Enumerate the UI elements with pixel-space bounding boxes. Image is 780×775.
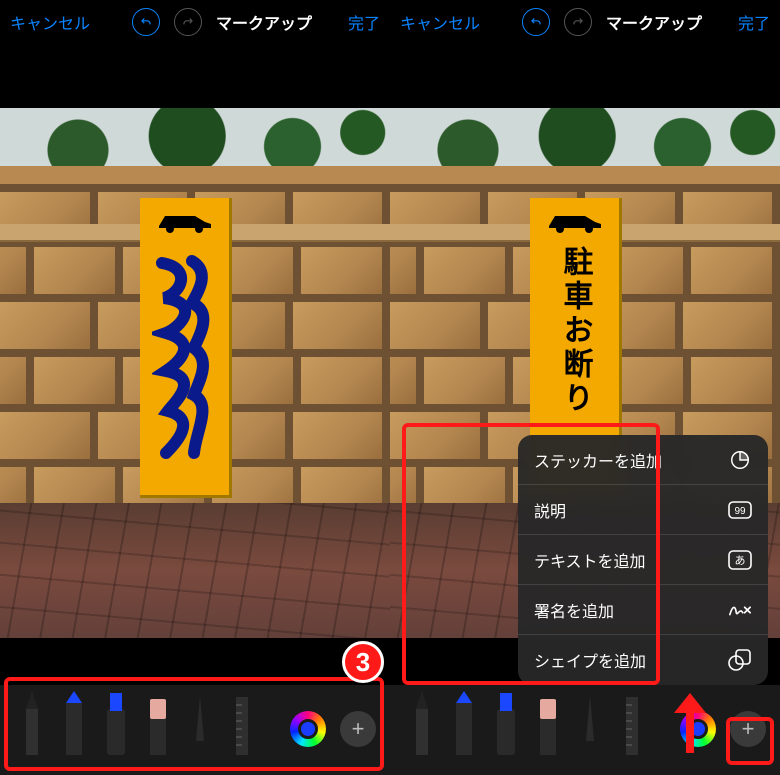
- done-button[interactable]: 完了: [738, 10, 770, 34]
- menu-item-label: テキストを追加: [534, 548, 646, 572]
- add-menu: ステッカーを追加 説明 99 テキストを追加 あ 署名を追加 シェイプを追加: [518, 435, 768, 685]
- ruler-tool[interactable]: [224, 691, 260, 767]
- markup-toolbar: +: [390, 685, 780, 775]
- pen-tool[interactable]: [404, 691, 440, 767]
- done-button[interactable]: 完了: [348, 10, 380, 34]
- page-title: マークアップ: [606, 10, 702, 34]
- signature-icon: [728, 598, 752, 622]
- color-picker[interactable]: [290, 711, 326, 747]
- svg-text:99: 99: [734, 506, 746, 517]
- left-screenshot: キャンセル マークアップ 完了: [0, 0, 390, 775]
- car-icon: [545, 210, 605, 234]
- marker-tool[interactable]: [56, 691, 92, 767]
- add-button[interactable]: +: [730, 711, 766, 747]
- eraser-tool[interactable]: [140, 691, 176, 767]
- highlighter-tool[interactable]: [98, 691, 134, 767]
- highlighter-tool[interactable]: [488, 691, 524, 767]
- menu-add-signature[interactable]: 署名を追加: [518, 585, 768, 635]
- sticker-icon: [728, 448, 752, 472]
- markup-toolbar: +: [0, 685, 390, 775]
- page-title: マークアップ: [216, 10, 312, 34]
- right-screenshot: キャンセル マークアップ 完了: [390, 0, 780, 775]
- menu-item-label: 署名を追加: [534, 598, 614, 622]
- text-icon: あ: [728, 548, 752, 572]
- caption-icon: 99: [728, 498, 752, 522]
- menu-add-shape[interactable]: シェイプを追加: [518, 635, 768, 685]
- undo-icon[interactable]: [132, 8, 160, 36]
- undo-icon[interactable]: [522, 8, 550, 36]
- lasso-tool[interactable]: [572, 691, 608, 767]
- ruler-tool[interactable]: [614, 691, 650, 767]
- marker-tool[interactable]: [446, 691, 482, 767]
- color-picker[interactable]: [680, 711, 716, 747]
- lasso-tool[interactable]: [182, 691, 218, 767]
- menu-item-label: シェイプを追加: [534, 648, 646, 672]
- sign-text: 駐車お断り: [553, 246, 597, 416]
- menu-item-label: 説明: [534, 498, 566, 522]
- top-bar: キャンセル マークアップ 完了: [390, 0, 780, 44]
- menu-item-label: ステッカーを追加: [534, 448, 662, 472]
- redo-icon: [564, 8, 592, 36]
- pen-tool[interactable]: [14, 691, 50, 767]
- cancel-button[interactable]: キャンセル: [400, 10, 480, 34]
- yellow-sign: [140, 198, 232, 498]
- top-bar: キャンセル マークアップ 完了: [0, 0, 390, 44]
- cancel-button[interactable]: キャンセル: [10, 10, 90, 34]
- car-icon: [155, 210, 215, 234]
- photo-canvas[interactable]: [0, 108, 390, 638]
- redo-icon: [174, 8, 202, 36]
- markup-scribble: [152, 253, 220, 473]
- shape-icon: [728, 648, 752, 672]
- menu-add-sticker[interactable]: ステッカーを追加: [518, 435, 768, 485]
- svg-text:あ: あ: [735, 554, 746, 567]
- eraser-tool[interactable]: [530, 691, 566, 767]
- add-button[interactable]: +: [340, 711, 376, 747]
- menu-description[interactable]: 説明 99: [518, 485, 768, 535]
- menu-add-text[interactable]: テキストを追加 あ: [518, 535, 768, 585]
- annotation-step-badge: 3: [342, 641, 384, 683]
